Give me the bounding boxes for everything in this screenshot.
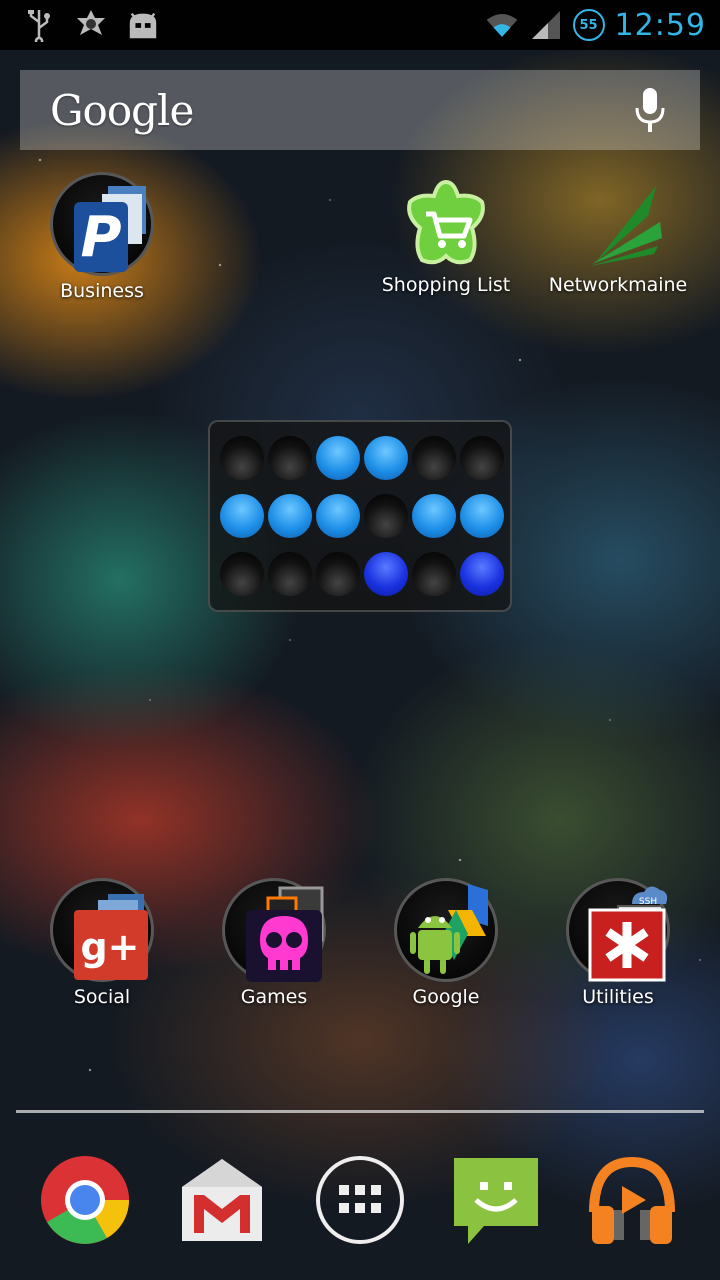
android-debug-icon (126, 8, 160, 42)
folder-utilities[interactable]: SSH Utilities (538, 874, 698, 1008)
chrome-icon[interactable] (35, 1150, 135, 1250)
folder-business[interactable]: P Business (22, 168, 182, 302)
binary-dot-on (460, 494, 504, 538)
binary-dot-on (412, 494, 456, 538)
binary-dot-on (364, 436, 408, 480)
app-shopping-list[interactable]: Shopping List (366, 176, 526, 296)
usb-icon (22, 8, 56, 42)
binary-dot-off (364, 494, 408, 538)
dock-divider (16, 1110, 704, 1113)
folder-label: Games (240, 986, 308, 1008)
svg-text:g+: g+ (80, 925, 139, 969)
shopping-cart-star-icon (407, 179, 485, 265)
binary-dot-off (412, 436, 456, 480)
messaging-icon[interactable] (446, 1150, 546, 1250)
app-label: Shopping List (381, 274, 511, 296)
binary-dot-on (364, 552, 408, 596)
wifi-icon (485, 8, 519, 42)
battery-indicator: 55 (572, 9, 605, 41)
app-label: Business (60, 280, 144, 302)
folder-label: Social (73, 986, 131, 1008)
binary-dot-on (316, 436, 360, 480)
networkmaine-logo-icon (590, 186, 662, 266)
app-networkmaine[interactable]: Networkmaine (538, 176, 698, 296)
games-folder-icon (246, 886, 324, 982)
badge-notification-icon (74, 8, 108, 42)
status-bar: 55 12:59 (0, 0, 720, 50)
binary-dot-off (316, 552, 360, 596)
svg-text:P: P (80, 205, 121, 270)
binary-clock-widget[interactable] (208, 420, 512, 612)
binary-dot-off (268, 436, 312, 480)
folder-google[interactable]: Google (366, 874, 526, 1008)
binary-dot-off (412, 552, 456, 596)
app-drawer-icon[interactable] (310, 1150, 410, 1250)
cell-signal-icon (529, 8, 563, 42)
google-plus-folder-icon: g+ (74, 894, 148, 980)
paypal-folder-icon: P (74, 186, 146, 272)
play-music-icon[interactable] (582, 1150, 682, 1250)
binary-dot-on (220, 494, 264, 538)
folder-label: Utilities (582, 986, 654, 1008)
binary-dot-on (460, 552, 504, 596)
clock: 12:59 (614, 7, 706, 43)
binary-dot-on (268, 494, 312, 538)
microphone-icon[interactable] (630, 80, 670, 140)
folder-games[interactable]: Games (194, 874, 354, 1008)
search-bar[interactable]: Google (20, 70, 700, 150)
binary-dot-off (460, 436, 504, 480)
binary-dot-on (316, 494, 360, 538)
binary-dot-off (220, 436, 264, 480)
binary-dot-off (268, 552, 312, 596)
app-label: Networkmaine (548, 274, 688, 296)
folder-social[interactable]: g+ Social (22, 874, 182, 1008)
utilities-folder-icon: SSH (588, 886, 668, 982)
folder-label: Google (412, 986, 480, 1008)
google-search-logo[interactable]: Google (50, 86, 194, 135)
gmail-icon[interactable] (172, 1150, 272, 1250)
google-apps-folder-icon (410, 884, 488, 974)
binary-dot-off (220, 552, 264, 596)
